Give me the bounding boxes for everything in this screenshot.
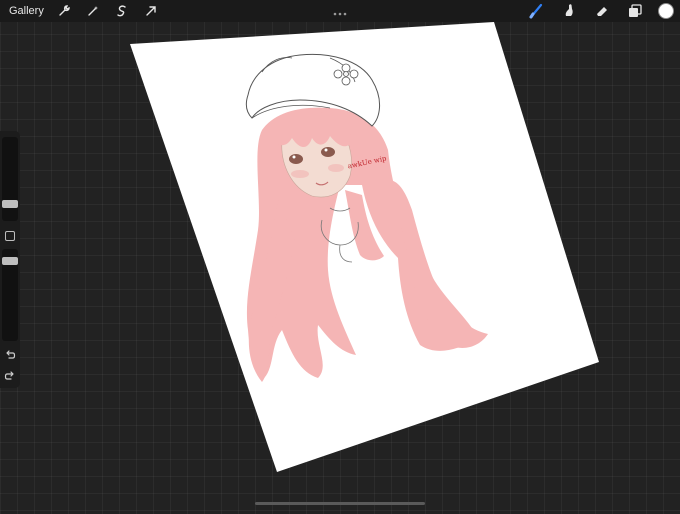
- gallery-button[interactable]: Gallery: [9, 5, 44, 17]
- wrench-icon[interactable]: [54, 1, 74, 21]
- smudge-icon[interactable]: [559, 1, 579, 21]
- left-sidebar: [0, 131, 20, 388]
- drawing-canvas[interactable]: awkUe wip: [0, 0, 680, 509]
- eraser-icon[interactable]: [592, 1, 612, 21]
- selection-icon[interactable]: [112, 1, 132, 21]
- brush-icon[interactable]: [526, 1, 546, 21]
- modify-button[interactable]: [5, 231, 15, 241]
- brush-size-handle[interactable]: [2, 200, 18, 208]
- right-eye: [321, 147, 335, 157]
- right-eye-highlight: [324, 148, 328, 152]
- more-options-icon[interactable]: [333, 4, 347, 16]
- tools-group: [526, 1, 674, 21]
- actions-group: [54, 1, 161, 21]
- top-toolbar: Gallery: [0, 0, 680, 22]
- left-eye-highlight: [292, 155, 296, 159]
- magic-wand-icon[interactable]: [83, 1, 103, 21]
- opacity-handle[interactable]: [2, 257, 18, 265]
- undo-icon[interactable]: [4, 348, 16, 360]
- blush-right: [328, 164, 344, 172]
- redo-icon[interactable]: [4, 369, 16, 381]
- blush-left: [291, 170, 309, 178]
- home-indicator[interactable]: [255, 502, 425, 505]
- brush-size-slider[interactable]: [2, 137, 18, 221]
- layers-icon[interactable]: [625, 1, 645, 21]
- canvas-svg: awkUe wip: [130, 22, 599, 472]
- transform-arrow-icon[interactable]: [141, 1, 161, 21]
- color-picker-swatch[interactable]: [658, 3, 674, 19]
- left-eye: [289, 154, 303, 164]
